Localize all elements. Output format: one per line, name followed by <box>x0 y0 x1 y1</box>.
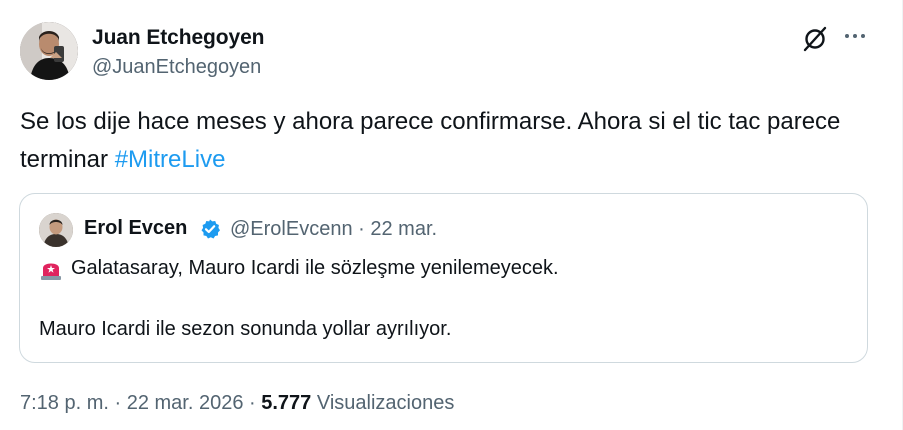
quoted-text-line-1: Galatasaray, Mauro Icardi ile sözleşme y… <box>71 257 559 279</box>
author-avatar[interactable] <box>20 22 78 80</box>
tweet-text: Se los dije hace meses y ahora parece co… <box>20 103 870 179</box>
quoted-tweet-card[interactable]: Erol Evcen @ErolEvcenn · 22 mar. Galatas… <box>19 193 868 363</box>
views-label: Visualizaciones <box>316 392 455 414</box>
author-handle[interactable]: @JuanEtchegoyen <box>92 56 261 79</box>
quoted-author-name[interactable]: Erol Evcen <box>84 217 187 240</box>
grok-icon[interactable] <box>800 24 830 54</box>
hashtag-link[interactable]: #MitreLive <box>115 146 226 173</box>
quoted-text-line-2: Mauro Icardi ile sezon sonunda yollar ay… <box>39 318 452 340</box>
tweet-metadata: 7:18 p. m. · 22 mar. 2026 · 5.777 Visual… <box>20 392 454 415</box>
tweet-time[interactable]: 7:18 p. m. <box>20 392 109 414</box>
verified-badge-icon <box>199 218 221 240</box>
meta-separator: · <box>108 392 127 414</box>
views-count: 5.777 <box>261 392 312 414</box>
meta-separator: · <box>243 392 262 414</box>
author-name[interactable]: Juan Etchegoyen <box>92 26 264 50</box>
quoted-handle-date[interactable]: @ErolEvcenn · 22 mar. <box>230 218 437 241</box>
siren-emoji-icon <box>38 256 64 282</box>
quoted-author-avatar[interactable] <box>39 213 73 247</box>
tweet-date[interactable]: 22 mar. 2026 <box>127 392 244 414</box>
more-icon[interactable] <box>843 24 867 48</box>
